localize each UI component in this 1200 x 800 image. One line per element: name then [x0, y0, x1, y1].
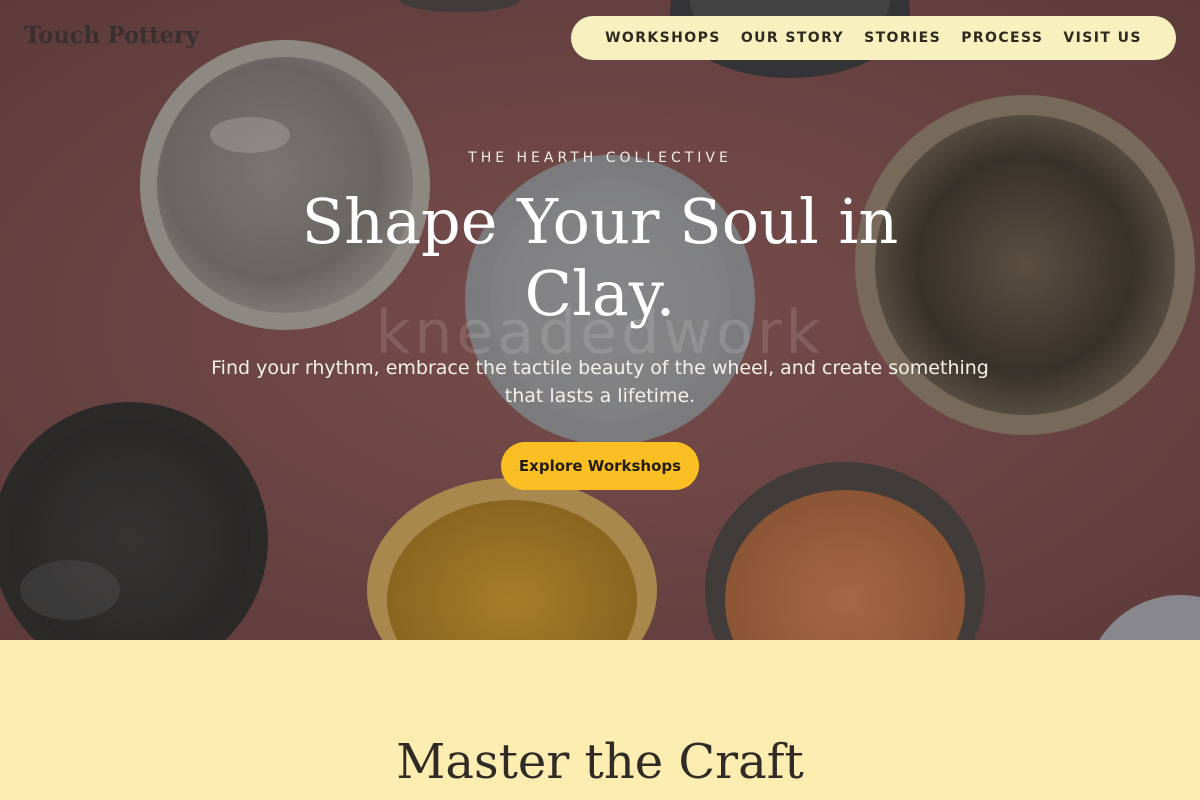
master-craft-section: Master the Craft	[0, 640, 1200, 800]
hero-subtext: Find your rhythm, embrace the tactile be…	[211, 357, 989, 407]
hero-headline: Shape Your Soul in Clay.	[301, 185, 899, 330]
nav-workshops[interactable]: WORKSHOPS	[605, 30, 721, 46]
section-title: Master the Craft	[396, 734, 804, 790]
hero-section: kneadedwork Touch Pottery WORKSHOPS OUR …	[0, 0, 1200, 640]
hero-eyebrow: THE HEARTH COLLECTIVE	[468, 150, 732, 166]
nav-process[interactable]: PROCESS	[961, 30, 1043, 46]
explore-workshops-button[interactable]: Explore Workshops	[501, 442, 699, 490]
site-logo[interactable]: Touch Pottery	[24, 22, 199, 49]
nav-stories[interactable]: STORIES	[864, 30, 941, 46]
main-nav: WORKSHOPS OUR STORY STORIES PROCESS VISI…	[571, 16, 1176, 60]
nav-visit-us[interactable]: VISIT US	[1063, 30, 1141, 46]
nav-our-story[interactable]: OUR STORY	[741, 30, 844, 46]
